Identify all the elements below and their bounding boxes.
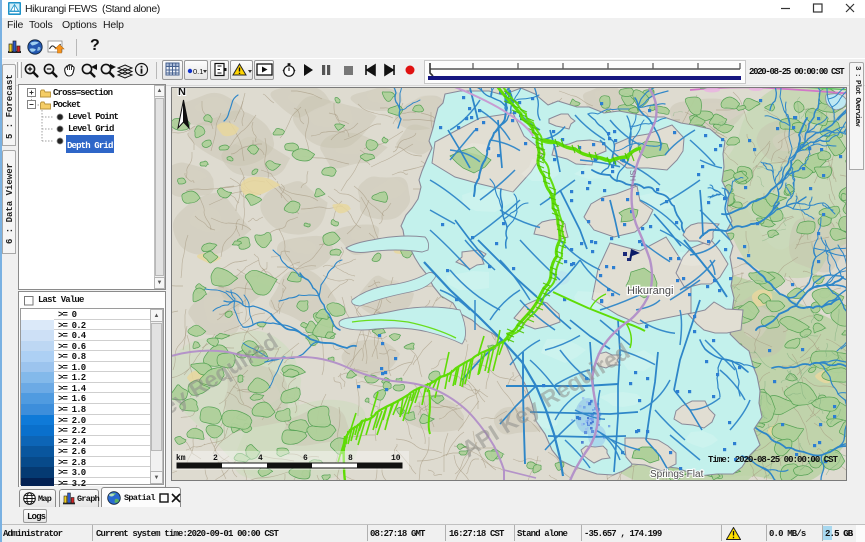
svg-text:SH 1: SH 1: [628, 170, 638, 189]
svg-text:10: 10: [391, 454, 401, 463]
svg-text:Time: 2020-08-25 00:00:00 CST: Time: 2020-08-25 00:00:00 CST: [708, 455, 839, 465]
svg-text:0.1: 0.1: [193, 67, 203, 76]
svg-text:N: N: [178, 87, 186, 98]
svg-text:8: 8: [348, 454, 353, 463]
svg-text:6: 6: [303, 454, 308, 463]
svg-text:4: 4: [258, 454, 263, 463]
svg-text:Springs Flat: Springs Flat: [650, 469, 704, 480]
svg-text:2: 2: [213, 454, 218, 463]
svg-text:Hikurangi: Hikurangi: [627, 285, 673, 297]
svg-text:km: km: [176, 454, 186, 463]
